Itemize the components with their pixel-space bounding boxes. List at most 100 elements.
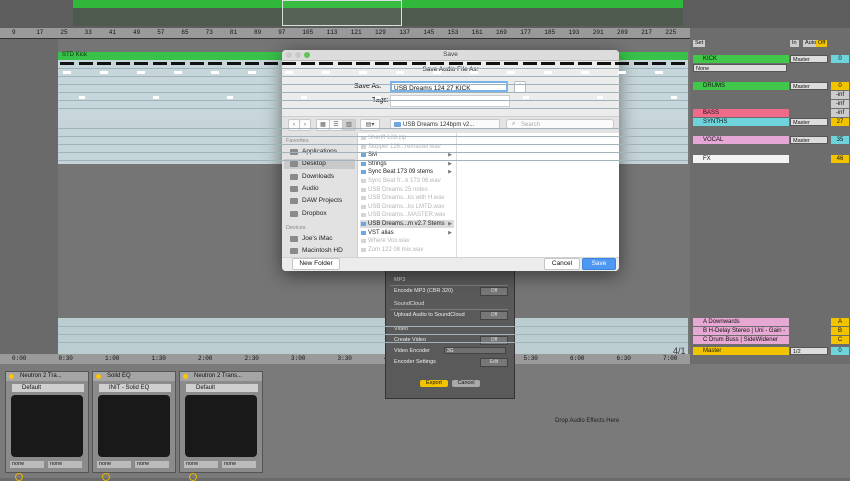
track-header-drums[interactable]: DRUMS: [693, 82, 789, 90]
track-volume[interactable]: 46: [831, 155, 849, 163]
upload-soundcloud-toggle[interactable]: Off: [480, 311, 508, 320]
sidebar-item-audio[interactable]: Audio: [284, 184, 355, 194]
file-item[interactable]: Zom 122 08 mix.wav: [360, 246, 454, 254]
midi-note[interactable]: [137, 71, 145, 74]
midi-note[interactable]: [356, 62, 370, 65]
track-output-select[interactable]: Master: [790, 55, 828, 63]
return-volume[interactable]: 0: [831, 347, 849, 355]
device-sidechain-select[interactable]: none: [97, 461, 131, 468]
midi-note[interactable]: [448, 96, 455, 99]
forward-button[interactable]: ›: [299, 119, 311, 131]
device-preset[interactable]: Default: [12, 384, 84, 392]
minimize-window-icon[interactable]: [295, 52, 301, 58]
midi-note[interactable]: [208, 62, 222, 65]
return-track-header[interactable]: A Downwards: [693, 318, 789, 326]
midi-note[interactable]: [581, 71, 589, 74]
midi-note[interactable]: [596, 62, 611, 65]
midi-note[interactable]: [578, 62, 592, 65]
mixer-off-button[interactable]: Off: [816, 40, 828, 47]
time-ruler[interactable]: 0:000:301:001:302:002:303:003:304:004:30…: [0, 354, 690, 364]
file-item[interactable]: Where Vox.wav: [360, 237, 454, 245]
sidebar-device[interactable]: Joe's iMac: [284, 234, 355, 244]
midi-note[interactable]: [618, 71, 626, 74]
return-volume[interactable]: C: [831, 336, 849, 344]
return-track-header[interactable]: Master: [693, 347, 789, 355]
sidebar-item-daw-projects[interactable]: DAW Projects: [284, 196, 355, 206]
track-volume[interactable]: 27: [831, 118, 849, 126]
midi-note[interactable]: [559, 62, 574, 65]
midi-note[interactable]: [430, 62, 444, 65]
track-volume[interactable]: 0: [831, 55, 849, 63]
device-2[interactable]: Solid EQ INIT - Solid EQ none none: [92, 371, 176, 481]
midi-note[interactable]: [615, 62, 629, 65]
device-display[interactable]: [185, 395, 257, 481]
midi-note[interactable]: [393, 62, 407, 65]
midi-note[interactable]: [97, 62, 111, 65]
track-volume[interactable]: 0: [831, 82, 849, 90]
midi-note[interactable]: [189, 62, 204, 65]
device-title[interactable]: Solid EQ: [93, 372, 175, 381]
midi-note[interactable]: [470, 71, 478, 74]
midi-note[interactable]: [485, 62, 500, 65]
device-display[interactable]: [98, 395, 170, 481]
export-button[interactable]: Export: [420, 380, 448, 387]
sidebar-device[interactable]: Macintosh HD: [284, 246, 355, 256]
device-preset[interactable]: Default: [186, 384, 258, 392]
mixer-set-button[interactable]: Set: [693, 40, 706, 47]
midi-note[interactable]: [300, 96, 307, 99]
return-lanes[interactable]: [58, 318, 688, 354]
knob-icon[interactable]: [15, 473, 23, 481]
midi-note[interactable]: [670, 96, 677, 99]
overview-view-marker[interactable]: [282, 0, 402, 26]
midi-note[interactable]: [248, 71, 256, 74]
device-sidechain-select[interactable]: none: [10, 461, 44, 468]
file-item[interactable]: USB Dreams...ks with H.wav: [360, 194, 454, 202]
file-item[interactable]: VST alias ▶: [360, 229, 454, 237]
save-button[interactable]: Save: [582, 258, 616, 270]
midi-note[interactable]: [78, 96, 85, 99]
new-folder-button[interactable]: New Folder: [292, 258, 340, 270]
midi-note[interactable]: [263, 62, 278, 65]
zoom-window-icon[interactable]: [304, 52, 310, 58]
device-1[interactable]: Neutron 2 Tra... Default none none: [5, 371, 89, 481]
cancel-button[interactable]: Cancel: [544, 258, 580, 270]
knob-icon[interactable]: [102, 473, 110, 481]
master-output-select[interactable]: 1/2: [790, 347, 828, 355]
midi-note[interactable]: [152, 62, 167, 65]
midi-note[interactable]: [211, 71, 219, 74]
list-view-button[interactable]: ☰: [329, 119, 343, 131]
encode-mp3-toggle[interactable]: Off: [480, 287, 508, 296]
midi-note[interactable]: [522, 96, 529, 99]
midi-note[interactable]: [300, 62, 315, 65]
midi-note[interactable]: [319, 62, 333, 65]
create-video-toggle[interactable]: Off: [480, 336, 508, 345]
bar-ruler[interactable]: 9 17 25 33 41 49 57 65 73 81 89 97 105 113 121 129 137 14…: [0, 28, 690, 39]
midi-note[interactable]: [171, 62, 185, 65]
track-header-synths[interactable]: SYNTHS: [693, 118, 789, 126]
file-item[interactable]: USB Dreams...ks LMTD.wav: [360, 203, 454, 211]
close-window-icon[interactable]: [286, 52, 292, 58]
return-track-header[interactable]: C Drum Buss | SideWidener: [693, 336, 789, 344]
track-header-bass[interactable]: BASS: [693, 109, 789, 117]
file-item[interactable]: USB Dreams 25 notes: [360, 186, 454, 194]
kick-input-select[interactable]: None: [693, 64, 787, 72]
midi-note[interactable]: [226, 62, 241, 65]
encoder-settings-edit-button[interactable]: Edit: [480, 358, 508, 367]
export-cancel-button[interactable]: Cancel: [452, 380, 480, 387]
track-header-fx[interactable]: FX: [693, 155, 789, 163]
midi-note[interactable]: [596, 96, 603, 99]
midi-note[interactable]: [655, 71, 663, 74]
track-output-select[interactable]: Master: [790, 118, 828, 126]
midi-note[interactable]: [78, 62, 93, 65]
midi-note[interactable]: [115, 62, 130, 65]
midi-note[interactable]: [60, 62, 74, 65]
device-preset[interactable]: INIT - Solid EQ: [99, 384, 171, 392]
midi-note[interactable]: [245, 62, 259, 65]
midi-note[interactable]: [63, 71, 71, 74]
midi-note[interactable]: [433, 71, 441, 74]
midi-note[interactable]: [374, 62, 389, 65]
midi-note[interactable]: [282, 62, 296, 65]
return-volume[interactable]: A: [831, 318, 849, 326]
power-icon[interactable]: [96, 374, 101, 379]
icon-view-button[interactable]: ▦: [316, 119, 330, 131]
